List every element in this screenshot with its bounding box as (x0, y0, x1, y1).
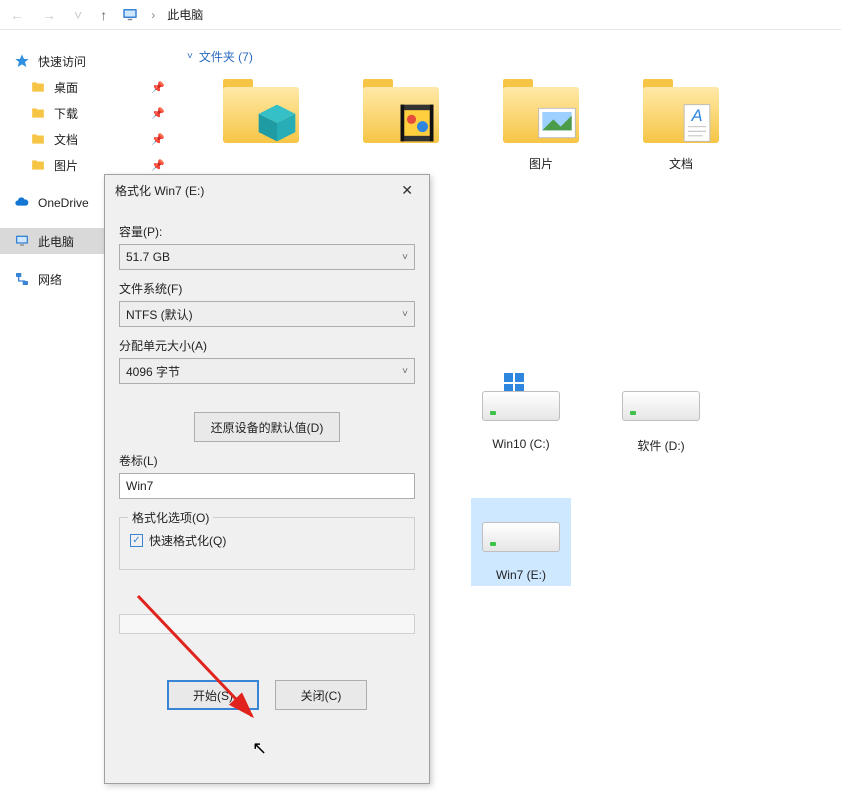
address-bar: ← → ˅ ↑ › 此电脑 (0, 0, 841, 30)
dialog-titlebar[interactable]: 格式化 Win7 (E:) ✕ (105, 175, 429, 205)
this-pc-icon (121, 6, 139, 24)
folder-item-videos[interactable] (351, 75, 451, 176)
pin-icon: 📌 (151, 81, 165, 94)
allocation-label: 分配单元大小(A) (119, 337, 415, 354)
film-icon (395, 101, 439, 145)
sidebar-item-label: 图片 (54, 157, 78, 174)
volume-label-label: 卷标(L) (119, 452, 415, 469)
button-label: 还原设备的默认值(D) (211, 419, 324, 436)
drive-label: 软件 (D:) (637, 437, 684, 454)
quick-format-checkbox[interactable]: ✓ 快速格式化(Q) (130, 532, 404, 549)
folder-icon (30, 157, 46, 173)
checkbox-checked-icon: ✓ (130, 534, 143, 547)
drive-label: Win10 (C:) (492, 437, 549, 451)
chevron-down-icon: ˅ (187, 51, 193, 62)
folder-icon (30, 105, 46, 121)
dialog-title: 格式化 Win7 (E:) (115, 182, 204, 199)
folder-item-3dobjects[interactable] (211, 75, 311, 176)
forward-arrow-icon[interactable]: → (38, 7, 60, 23)
button-label: 关闭(C) (301, 687, 342, 704)
sidebar-item-label: 文档 (54, 131, 78, 148)
document-icon: A (675, 101, 719, 145)
breadcrumb-separator-icon: › (149, 8, 157, 22)
folder-icon (30, 131, 46, 147)
this-pc-icon (14, 233, 30, 249)
chevron-down-icon: ˅ (402, 366, 408, 377)
close-icon[interactable]: ✕ (395, 182, 419, 199)
filesystem-label: 文件系统(F) (119, 280, 415, 297)
drive-item-e[interactable]: Win7 (E:) (471, 498, 571, 586)
drive-label: Win7 (E:) (496, 568, 546, 582)
sidebar-item-downloads[interactable]: 下载 📌 (0, 100, 175, 126)
allocation-value: 4096 字节 (126, 363, 180, 380)
sidebar-item-desktop[interactable]: 桌面 📌 (0, 74, 175, 100)
folders-group-header[interactable]: ˅ 文件夹 (7) (181, 44, 841, 75)
sidebar-item-label: 下载 (54, 105, 78, 122)
group-header-label: 文件夹 (7) (199, 48, 253, 65)
folder-label: 图片 (529, 155, 553, 172)
chevron-down-icon: ˅ (402, 309, 408, 320)
filesystem-select[interactable]: NTFS (默认) ˅ (119, 301, 415, 327)
folder-item-documents[interactable]: A 文档 (631, 75, 731, 176)
folder-item-pictures[interactable]: 图片 (491, 75, 591, 176)
capacity-select[interactable]: 51.7 GB ˅ (119, 244, 415, 270)
sidebar-item-label: 桌面 (54, 79, 78, 96)
cloud-icon (14, 195, 30, 211)
picture-icon (535, 101, 579, 145)
up-arrow-icon[interactable]: ↑ (96, 7, 111, 23)
sidebar-item-label: 快速访问 (38, 53, 86, 70)
cube-icon (255, 101, 299, 145)
pin-icon: 📌 (151, 133, 165, 146)
filesystem-value: NTFS (默认) (126, 306, 193, 323)
svg-text:A: A (690, 107, 702, 125)
restore-defaults-button[interactable]: 还原设备的默认值(D) (194, 412, 341, 442)
sidebar-item-label: 此电脑 (38, 233, 74, 250)
breadcrumb-location[interactable]: 此电脑 (167, 6, 203, 23)
format-options-legend: 格式化选项(O) (128, 509, 213, 526)
checkbox-label: 快速格式化(Q) (149, 532, 226, 549)
progress-bar (119, 614, 415, 634)
button-label: 开始(S) (193, 687, 233, 704)
volume-label-input[interactable]: Win7 (119, 473, 415, 499)
volume-label-value: Win7 (126, 479, 153, 493)
sidebar-item-label: OneDrive (38, 196, 89, 210)
format-options-group: 格式化选项(O) ✓ 快速格式化(Q) (119, 517, 415, 570)
folder-icon (30, 79, 46, 95)
capacity-value: 51.7 GB (126, 250, 170, 264)
sidebar-item-documents[interactable]: 文档 📌 (0, 126, 175, 152)
pin-icon: 📌 (151, 107, 165, 120)
capacity-label: 容量(P): (119, 223, 415, 240)
close-button[interactable]: 关闭(C) (275, 680, 367, 710)
drive-item-d[interactable]: 软件 (D:) (611, 367, 711, 458)
sidebar-item-label: 网络 (38, 271, 62, 288)
start-button[interactable]: 开始(S) (167, 680, 259, 710)
pin-icon: 📌 (151, 159, 165, 172)
allocation-select[interactable]: 4096 字节 ˅ (119, 358, 415, 384)
chevron-down-icon: ˅ (402, 252, 408, 263)
sidebar-quick-access[interactable]: 快速访问 (0, 48, 175, 74)
drive-item-c[interactable]: Win10 (C:) (471, 367, 571, 458)
chevron-down-icon[interactable]: ˅ (70, 7, 86, 23)
network-icon (14, 271, 30, 287)
back-arrow-icon[interactable]: ← (6, 7, 28, 23)
folder-label: 文档 (669, 155, 693, 172)
star-icon (14, 53, 30, 69)
format-dialog: 格式化 Win7 (E:) ✕ 容量(P): 51.7 GB ˅ 文件系统(F)… (104, 174, 430, 784)
